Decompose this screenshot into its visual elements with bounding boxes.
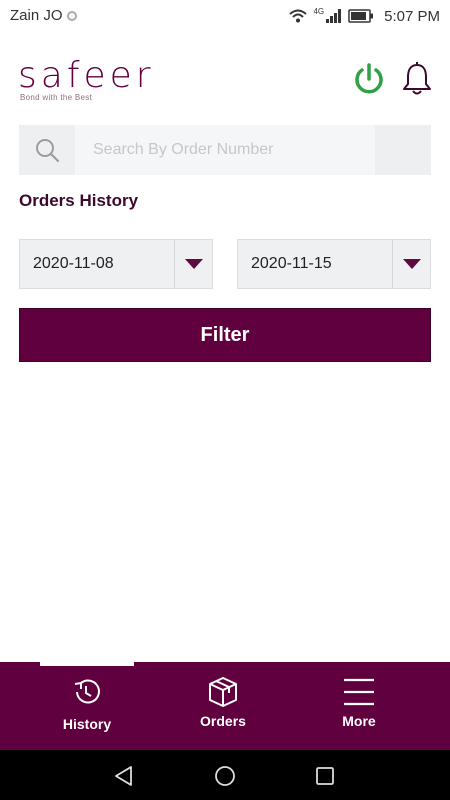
safeer-logo: safeer Bond with the Best — [18, 58, 198, 104]
filter-button[interactable]: Filter — [19, 308, 431, 362]
search-input[interactable] — [75, 125, 375, 175]
nav-label-orders: Orders — [200, 713, 246, 729]
bell-icon[interactable] — [400, 61, 434, 97]
chevron-down-icon — [184, 259, 203, 269]
history-icon — [74, 679, 100, 704]
page-title: Orders History — [19, 191, 139, 210]
battery-icon — [348, 9, 374, 23]
to-date-dropdown[interactable] — [392, 240, 430, 288]
recents-icon[interactable] — [313, 764, 337, 788]
order-search-bar — [19, 125, 431, 175]
menu-icon — [344, 678, 374, 706]
home-icon[interactable] — [213, 764, 237, 788]
back-icon[interactable] — [112, 764, 136, 788]
network-type: 4G — [313, 6, 325, 16]
nav-item-orders[interactable]: Orders — [173, 674, 273, 744]
from-date-value: 2020-11-08 — [33, 255, 114, 272]
box-icon — [209, 677, 237, 707]
search-icon-container[interactable] — [19, 125, 75, 175]
nav-item-more[interactable]: More — [309, 674, 409, 744]
signal-icon — [326, 9, 342, 23]
to-date-value: 2020-11-15 — [251, 255, 332, 272]
carrier-name: Zain JO — [10, 7, 77, 24]
wifi-icon — [289, 9, 308, 23]
app-header: safeer Bond with the Best — [0, 52, 450, 108]
carrier-label: Zain JO — [10, 7, 63, 24]
search-tail — [375, 125, 431, 175]
nav-label-more: More — [342, 713, 376, 729]
nav-label-history: History — [62, 716, 112, 732]
from-date-select[interactable]: 2020-11-08 — [19, 239, 213, 289]
active-tab-indicator — [40, 662, 134, 666]
system-nav-bar — [0, 750, 450, 800]
search-icon — [36, 139, 60, 163]
status-bar: Zain JO 4G 5:07 PM — [0, 0, 450, 32]
chevron-down-icon — [402, 259, 421, 269]
bottom-nav: History Orders More — [0, 662, 450, 750]
from-date-dropdown[interactable] — [174, 240, 212, 288]
status-icons: 4G 5:07 PM — [289, 6, 440, 26]
logo-wordmark: safeer — [18, 55, 155, 96]
power-icon[interactable] — [352, 62, 386, 96]
to-date-select[interactable]: 2020-11-15 — [237, 239, 431, 289]
nav-item-history[interactable]: History — [37, 674, 137, 744]
status-time: 5:07 PM — [384, 7, 440, 25]
location-icon — [66, 11, 77, 21]
